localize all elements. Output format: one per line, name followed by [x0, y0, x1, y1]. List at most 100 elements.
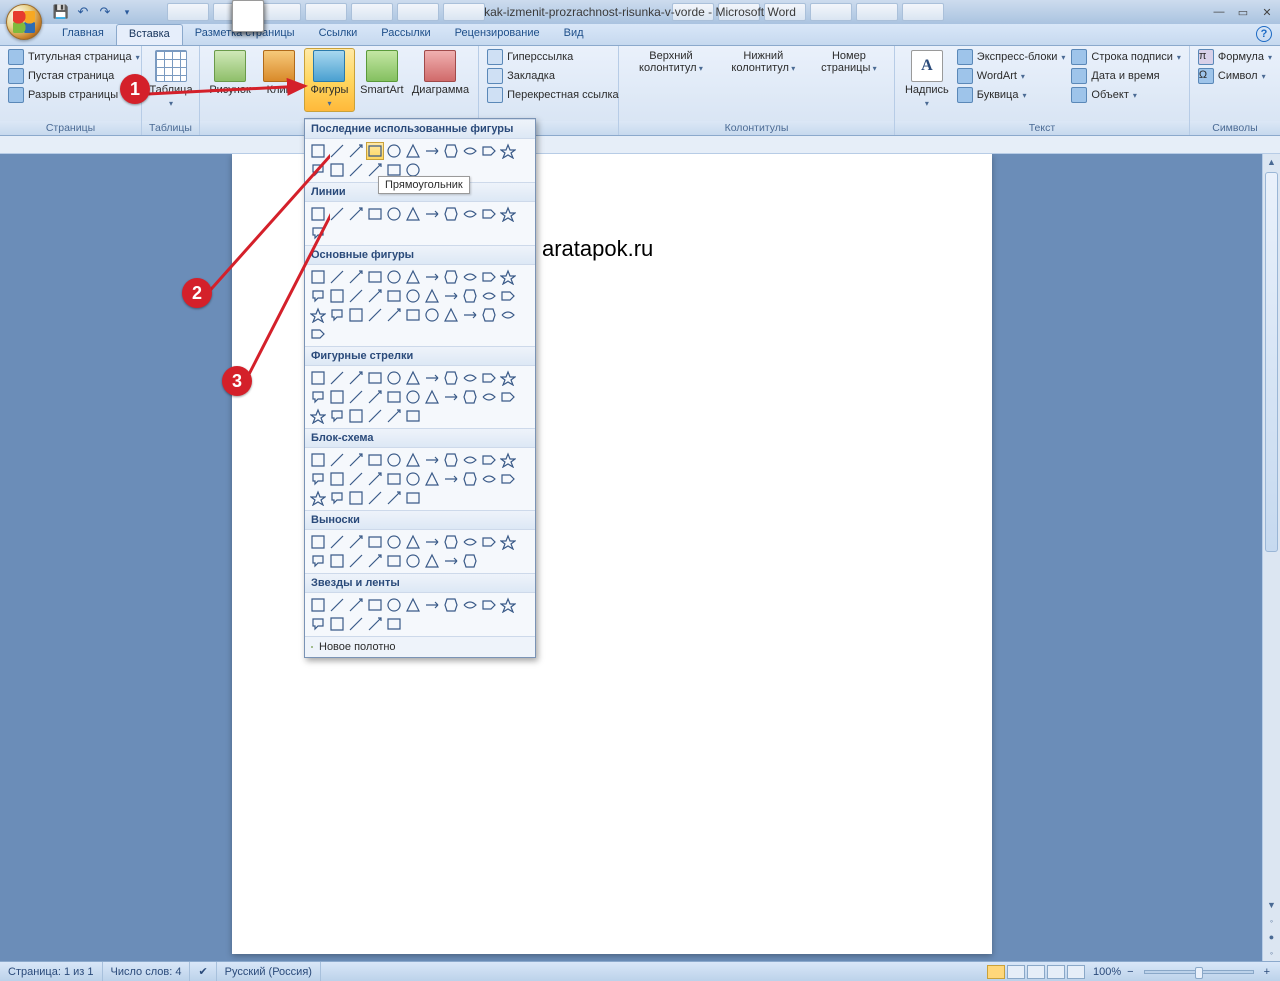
shape-swatch[interactable] [385, 268, 403, 286]
shape-swatch[interactable] [309, 325, 327, 343]
shape-swatch[interactable] [423, 369, 441, 387]
zoom-out-button[interactable]: − [1123, 966, 1137, 978]
shape-swatch[interactable] [461, 451, 479, 469]
shape-swatch[interactable] [385, 407, 403, 425]
cover-page-button[interactable]: Титульная страница [6, 48, 142, 66]
zoom-slider[interactable] [1144, 970, 1254, 974]
shape-swatch[interactable] [347, 407, 365, 425]
shape-swatch[interactable] [499, 306, 517, 324]
wordart-button[interactable]: WordArt [955, 67, 1068, 85]
shape-swatch[interactable] [347, 161, 365, 179]
shape-swatch[interactable] [385, 369, 403, 387]
page-number-button[interactable]: Номер страницы [810, 48, 888, 77]
shape-swatch[interactable] [347, 287, 365, 305]
shape-swatch[interactable] [347, 388, 365, 406]
shape-swatch[interactable] [442, 388, 460, 406]
scroll-down-icon[interactable]: ▼ [1263, 897, 1280, 913]
shape-swatch[interactable] [328, 451, 346, 469]
shape-swatch[interactable] [309, 388, 327, 406]
shape-swatch[interactable] [404, 407, 422, 425]
shape-swatch[interactable] [366, 287, 384, 305]
shape-swatch[interactable] [499, 205, 517, 223]
shape-swatch[interactable] [309, 451, 327, 469]
shape-swatch[interactable] [461, 596, 479, 614]
close-button[interactable]: ✕ [1258, 6, 1276, 19]
taskbar-tab[interactable] [351, 3, 393, 21]
shape-swatch[interactable] [480, 287, 498, 305]
shape-swatch[interactable] [328, 161, 346, 179]
shape-swatch[interactable] [480, 451, 498, 469]
drop-cap-button[interactable]: Буквица [955, 86, 1068, 104]
shape-swatch[interactable] [461, 533, 479, 551]
shape-swatch[interactable] [366, 533, 384, 551]
shape-swatch[interactable] [347, 615, 365, 633]
shape-swatch[interactable] [499, 268, 517, 286]
shape-swatch[interactable] [480, 306, 498, 324]
shape-swatch[interactable] [442, 287, 460, 305]
shape-swatch[interactable] [499, 596, 517, 614]
minimize-button[interactable]: — [1210, 6, 1228, 19]
shape-swatch[interactable] [442, 470, 460, 488]
shape-swatch[interactable] [423, 533, 441, 551]
date-time-button[interactable]: Дата и время [1069, 67, 1182, 85]
shape-swatch[interactable] [328, 470, 346, 488]
shape-swatch[interactable] [366, 596, 384, 614]
symbol-button[interactable]: ΩСимвол [1196, 67, 1274, 85]
shape-swatch[interactable] [366, 552, 384, 570]
shape-swatch[interactable] [404, 369, 422, 387]
shape-swatch[interactable] [461, 205, 479, 223]
shape-swatch[interactable] [499, 470, 517, 488]
shape-swatch[interactable] [366, 205, 384, 223]
shape-swatch[interactable] [404, 205, 422, 223]
shapes-button[interactable]: Фигуры [304, 48, 355, 112]
shape-swatch[interactable] [347, 451, 365, 469]
taskbar-tab[interactable] [259, 3, 301, 21]
status-word-count[interactable]: Число слов: 4 [103, 962, 191, 981]
shape-swatch[interactable] [499, 369, 517, 387]
shape-swatch[interactable] [309, 407, 327, 425]
shape-swatch[interactable] [347, 268, 365, 286]
shape-swatch[interactable] [309, 268, 327, 286]
zoom-level[interactable]: 100% [1093, 966, 1121, 978]
equation-button[interactable]: πФормула [1196, 48, 1274, 66]
shape-swatch[interactable] [309, 369, 327, 387]
shape-swatch[interactable] [480, 533, 498, 551]
shape-swatch[interactable] [423, 552, 441, 570]
taskbar-tab[interactable] [810, 3, 852, 21]
shape-swatch[interactable] [366, 268, 384, 286]
shape-swatch[interactable] [423, 596, 441, 614]
shape-swatch[interactable] [328, 205, 346, 223]
shape-swatch[interactable] [328, 369, 346, 387]
smartart-button[interactable]: SmartArt [357, 48, 407, 98]
prev-page-icon[interactable]: ◦ [1263, 913, 1280, 929]
shape-swatch[interactable] [442, 142, 460, 160]
shape-swatch[interactable] [480, 205, 498, 223]
shape-swatch[interactable] [328, 268, 346, 286]
shape-swatch[interactable] [423, 268, 441, 286]
shape-swatch[interactable] [328, 388, 346, 406]
save-icon[interactable]: 💾 [52, 3, 70, 21]
shape-swatch[interactable] [385, 388, 403, 406]
shape-swatch[interactable] [461, 142, 479, 160]
view-print-layout[interactable] [987, 965, 1005, 979]
shape-swatch[interactable] [385, 205, 403, 223]
shape-swatch[interactable] [461, 268, 479, 286]
shape-swatch[interactable] [385, 287, 403, 305]
tab-review[interactable]: Рецензирование [443, 24, 552, 45]
shape-swatch[interactable] [499, 533, 517, 551]
shape-swatch[interactable] [442, 451, 460, 469]
shape-swatch[interactable] [309, 306, 327, 324]
shape-swatch[interactable] [347, 470, 365, 488]
shape-swatch[interactable] [404, 142, 422, 160]
shape-swatch[interactable] [480, 388, 498, 406]
shape-swatch[interactable] [347, 142, 365, 160]
view-web-layout[interactable] [1027, 965, 1045, 979]
signature-line-button[interactable]: Строка подписи [1069, 48, 1182, 66]
chart-button[interactable]: Диаграмма [409, 48, 472, 98]
shape-swatch[interactable] [347, 533, 365, 551]
help-icon[interactable]: ? [1256, 26, 1272, 42]
shape-swatch[interactable] [366, 306, 384, 324]
tab-references[interactable]: Ссылки [307, 24, 370, 45]
shape-swatch[interactable] [366, 489, 384, 507]
shape-swatch[interactable] [366, 142, 384, 160]
